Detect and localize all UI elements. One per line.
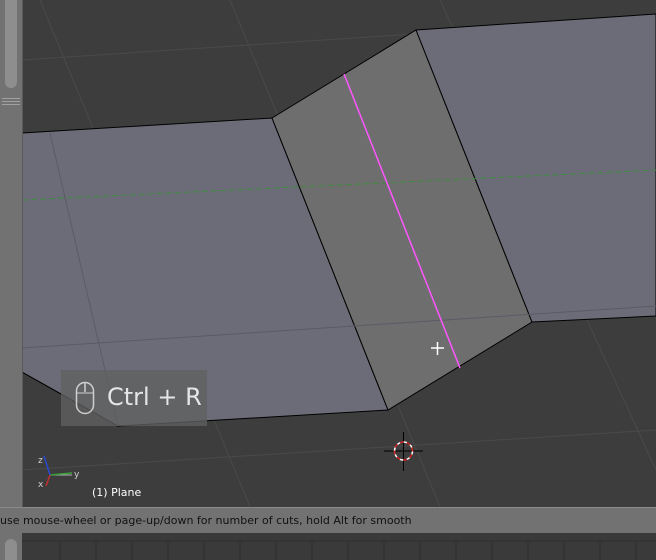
region-resize-grip[interactable] <box>2 96 20 108</box>
timeline-grid <box>22 540 656 560</box>
keystroke-text: Ctrl + R <box>107 383 202 411</box>
timeline-editor[interactable] <box>0 533 656 560</box>
toolbar-scrollbar[interactable] <box>5 0 17 88</box>
active-object-label: (1) Plane <box>92 486 142 499</box>
operator-hint-text: use mouse-wheel or page-up/down for numb… <box>0 514 412 527</box>
axis-label-y: y <box>74 470 80 480</box>
axis-gizmo: y z x <box>38 455 80 490</box>
toolbar-region-edge[interactable] <box>0 0 23 507</box>
axis-label-z: z <box>38 456 43 466</box>
header-status-bar: use mouse-wheel or page-up/down for numb… <box>0 507 656 534</box>
3d-cursor[interactable] <box>384 432 423 471</box>
axis-label-x: x <box>38 480 44 490</box>
mouse-icon <box>75 381 95 415</box>
keystroke-overlay: Ctrl + R <box>61 370 207 426</box>
3d-viewport[interactable]: y z x Ctrl + R (1) Plane <box>0 0 656 507</box>
viewport-scene[interactable]: y z x <box>0 0 656 507</box>
